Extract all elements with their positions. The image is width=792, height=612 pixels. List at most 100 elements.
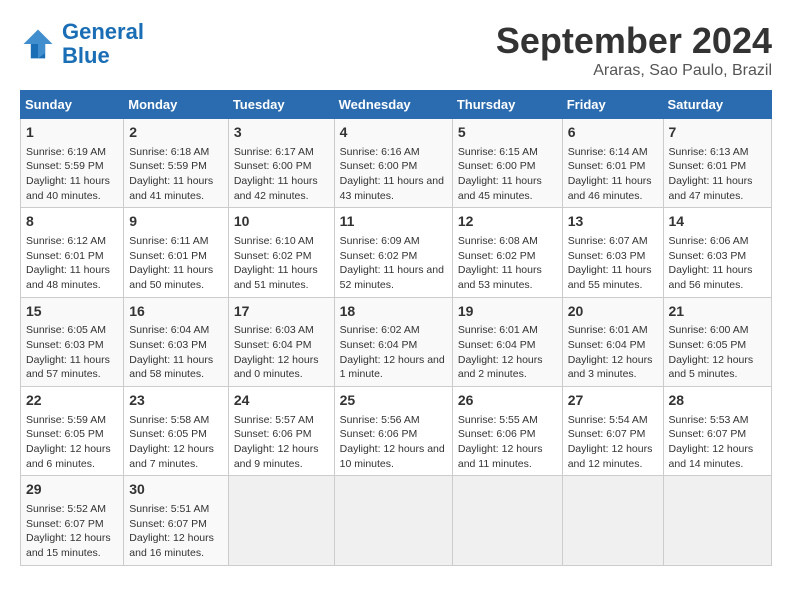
day-info: Sunrise: 6:03 AM Sunset: 6:04 PM Dayligh… [234,323,329,382]
page-header: General Blue September 2024 Araras, Sao … [20,20,772,80]
day-number: 26 [458,391,557,411]
calendar-cell: 29Sunrise: 5:52 AM Sunset: 6:07 PM Dayli… [21,476,124,565]
calendar-cell: 11Sunrise: 6:09 AM Sunset: 6:02 PM Dayli… [334,208,452,297]
weekday-header: Sunday [21,91,124,119]
day-info: Sunrise: 5:57 AM Sunset: 6:06 PM Dayligh… [234,413,329,472]
day-number: 5 [458,123,557,143]
weekday-header: Thursday [452,91,562,119]
calendar-cell: 28Sunrise: 5:53 AM Sunset: 6:07 PM Dayli… [663,387,771,476]
calendar-cell [452,476,562,565]
calendar-cell: 16Sunrise: 6:04 AM Sunset: 6:03 PM Dayli… [124,297,229,386]
day-number: 1 [26,123,118,143]
logo: General Blue [20,20,144,68]
day-number: 7 [669,123,766,143]
day-info: Sunrise: 6:16 AM Sunset: 6:00 PM Dayligh… [340,145,447,204]
calendar-cell: 21Sunrise: 6:00 AM Sunset: 6:05 PM Dayli… [663,297,771,386]
calendar-cell: 13Sunrise: 6:07 AM Sunset: 6:03 PM Dayli… [562,208,663,297]
logo-text: General Blue [62,20,144,68]
day-info: Sunrise: 5:58 AM Sunset: 6:05 PM Dayligh… [129,413,223,472]
day-number: 20 [568,302,658,322]
calendar-week-row: 29Sunrise: 5:52 AM Sunset: 6:07 PM Dayli… [21,476,772,565]
day-info: Sunrise: 6:12 AM Sunset: 6:01 PM Dayligh… [26,234,118,293]
day-info: Sunrise: 5:55 AM Sunset: 6:06 PM Dayligh… [458,413,557,472]
calendar-cell: 8Sunrise: 6:12 AM Sunset: 6:01 PM Daylig… [21,208,124,297]
calendar-cell: 7Sunrise: 6:13 AM Sunset: 6:01 PM Daylig… [663,119,771,208]
day-number: 18 [340,302,447,322]
day-number: 19 [458,302,557,322]
day-info: Sunrise: 6:02 AM Sunset: 6:04 PM Dayligh… [340,323,447,382]
day-number: 4 [340,123,447,143]
calendar-cell: 1Sunrise: 6:19 AM Sunset: 5:59 PM Daylig… [21,119,124,208]
day-info: Sunrise: 6:11 AM Sunset: 6:01 PM Dayligh… [129,234,223,293]
day-info: Sunrise: 6:01 AM Sunset: 6:04 PM Dayligh… [458,323,557,382]
day-number: 14 [669,212,766,232]
calendar-cell: 9Sunrise: 6:11 AM Sunset: 6:01 PM Daylig… [124,208,229,297]
calendar-table: SundayMondayTuesdayWednesdayThursdayFrid… [20,90,772,566]
calendar-cell: 19Sunrise: 6:01 AM Sunset: 6:04 PM Dayli… [452,297,562,386]
calendar-cell: 15Sunrise: 6:05 AM Sunset: 6:03 PM Dayli… [21,297,124,386]
day-number: 23 [129,391,223,411]
day-info: Sunrise: 5:59 AM Sunset: 6:05 PM Dayligh… [26,413,118,472]
day-number: 9 [129,212,223,232]
calendar-cell: 14Sunrise: 6:06 AM Sunset: 6:03 PM Dayli… [663,208,771,297]
calendar-cell: 25Sunrise: 5:56 AM Sunset: 6:06 PM Dayli… [334,387,452,476]
day-number: 15 [26,302,118,322]
day-info: Sunrise: 6:04 AM Sunset: 6:03 PM Dayligh… [129,323,223,382]
day-info: Sunrise: 6:10 AM Sunset: 6:02 PM Dayligh… [234,234,329,293]
day-info: Sunrise: 5:51 AM Sunset: 6:07 PM Dayligh… [129,502,223,561]
day-number: 27 [568,391,658,411]
calendar-week-row: 22Sunrise: 5:59 AM Sunset: 6:05 PM Dayli… [21,387,772,476]
calendar-cell: 18Sunrise: 6:02 AM Sunset: 6:04 PM Dayli… [334,297,452,386]
day-number: 3 [234,123,329,143]
day-info: Sunrise: 6:00 AM Sunset: 6:05 PM Dayligh… [669,323,766,382]
day-info: Sunrise: 6:15 AM Sunset: 6:00 PM Dayligh… [458,145,557,204]
calendar-cell: 24Sunrise: 5:57 AM Sunset: 6:06 PM Dayli… [228,387,334,476]
logo-line2: Blue [62,43,110,68]
calendar-title: September 2024 [496,20,772,62]
day-number: 11 [340,212,447,232]
calendar-cell: 20Sunrise: 6:01 AM Sunset: 6:04 PM Dayli… [562,297,663,386]
day-info: Sunrise: 5:52 AM Sunset: 6:07 PM Dayligh… [26,502,118,561]
calendar-week-row: 1Sunrise: 6:19 AM Sunset: 5:59 PM Daylig… [21,119,772,208]
calendar-cell: 6Sunrise: 6:14 AM Sunset: 6:01 PM Daylig… [562,119,663,208]
day-info: Sunrise: 5:56 AM Sunset: 6:06 PM Dayligh… [340,413,447,472]
day-number: 16 [129,302,223,322]
calendar-cell: 2Sunrise: 6:18 AM Sunset: 5:59 PM Daylig… [124,119,229,208]
day-info: Sunrise: 5:54 AM Sunset: 6:07 PM Dayligh… [568,413,658,472]
title-block: September 2024 Araras, Sao Paulo, Brazil [496,20,772,80]
calendar-cell [334,476,452,565]
calendar-cell: 23Sunrise: 5:58 AM Sunset: 6:05 PM Dayli… [124,387,229,476]
weekday-header: Saturday [663,91,771,119]
calendar-cell [228,476,334,565]
calendar-subtitle: Araras, Sao Paulo, Brazil [496,62,772,80]
calendar-week-row: 8Sunrise: 6:12 AM Sunset: 6:01 PM Daylig… [21,208,772,297]
day-info: Sunrise: 6:14 AM Sunset: 6:01 PM Dayligh… [568,145,658,204]
day-number: 30 [129,480,223,500]
day-number: 21 [669,302,766,322]
calendar-cell: 27Sunrise: 5:54 AM Sunset: 6:07 PM Dayli… [562,387,663,476]
calendar-cell: 26Sunrise: 5:55 AM Sunset: 6:06 PM Dayli… [452,387,562,476]
day-number: 22 [26,391,118,411]
weekday-header: Monday [124,91,229,119]
logo-icon [20,26,56,62]
day-info: Sunrise: 6:07 AM Sunset: 6:03 PM Dayligh… [568,234,658,293]
calendar-cell [562,476,663,565]
logo-line1: General [62,19,144,44]
calendar-cell: 12Sunrise: 6:08 AM Sunset: 6:02 PM Dayli… [452,208,562,297]
day-info: Sunrise: 6:06 AM Sunset: 6:03 PM Dayligh… [669,234,766,293]
calendar-header-row: SundayMondayTuesdayWednesdayThursdayFrid… [21,91,772,119]
day-info: Sunrise: 6:09 AM Sunset: 6:02 PM Dayligh… [340,234,447,293]
day-number: 24 [234,391,329,411]
day-info: Sunrise: 6:19 AM Sunset: 5:59 PM Dayligh… [26,145,118,204]
day-info: Sunrise: 6:01 AM Sunset: 6:04 PM Dayligh… [568,323,658,382]
day-info: Sunrise: 6:08 AM Sunset: 6:02 PM Dayligh… [458,234,557,293]
calendar-cell: 3Sunrise: 6:17 AM Sunset: 6:00 PM Daylig… [228,119,334,208]
day-number: 17 [234,302,329,322]
day-info: Sunrise: 6:17 AM Sunset: 6:00 PM Dayligh… [234,145,329,204]
calendar-cell: 22Sunrise: 5:59 AM Sunset: 6:05 PM Dayli… [21,387,124,476]
day-number: 29 [26,480,118,500]
day-number: 12 [458,212,557,232]
weekday-header: Friday [562,91,663,119]
calendar-cell: 30Sunrise: 5:51 AM Sunset: 6:07 PM Dayli… [124,476,229,565]
day-info: Sunrise: 6:13 AM Sunset: 6:01 PM Dayligh… [669,145,766,204]
